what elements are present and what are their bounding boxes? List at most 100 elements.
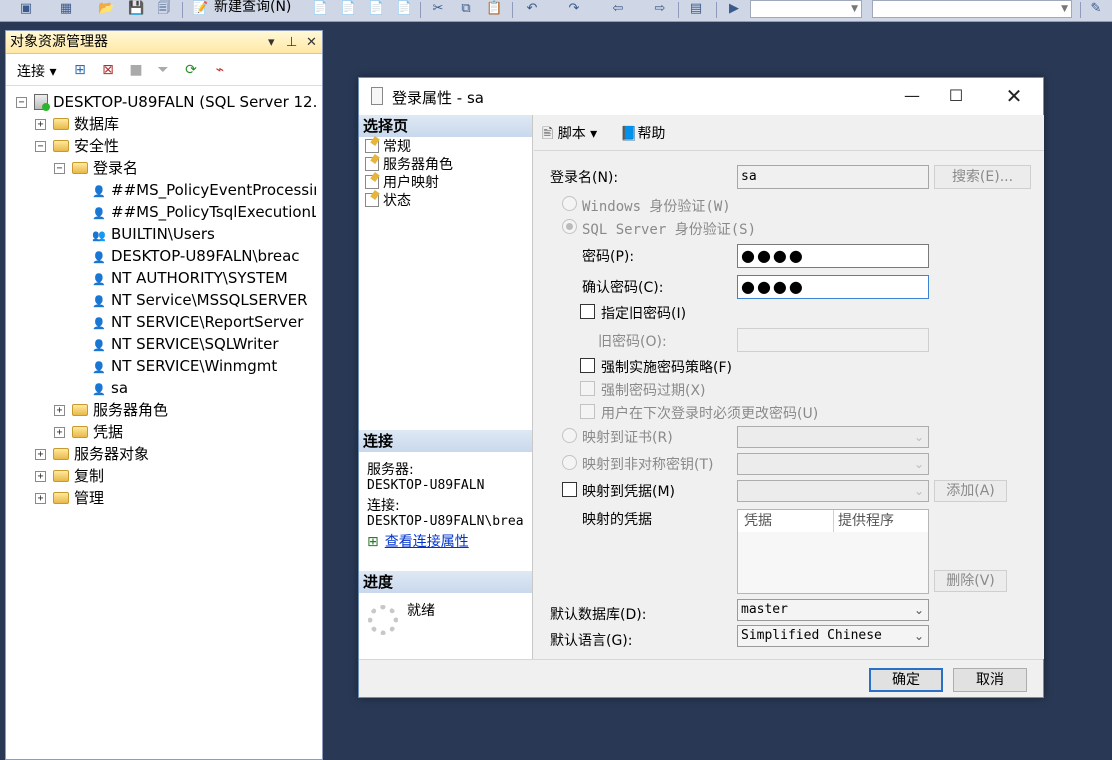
tree-node[interactable]: − DESKTOP-U89FALN (SQL Server 12.0. xyxy=(16,91,316,113)
tree-node[interactable]: 👤 NT SERVICE\SQLWriter xyxy=(73,333,316,355)
enforce-policy-checkbox[interactable] xyxy=(580,358,595,373)
tree-node[interactable]: + 复制 xyxy=(35,465,316,487)
close-icon[interactable]: ✕ xyxy=(306,31,317,54)
collapse-icon[interactable]: − xyxy=(35,141,46,152)
activity-monitor-icon[interactable]: ▤ xyxy=(688,1,704,17)
stop-icon[interactable]: ■ xyxy=(126,60,146,80)
specify-old-password-checkbox[interactable] xyxy=(580,304,595,319)
edit-icon[interactable]: ✎ xyxy=(1088,1,1104,17)
connect-object-explorer-icon[interactable]: ⊞ xyxy=(70,60,90,80)
minimize-button[interactable]: — xyxy=(897,84,927,108)
asymmetric-key-combo[interactable]: ⌄ xyxy=(737,453,929,475)
tree-node[interactable]: 👥 BUILTIN\Users xyxy=(73,223,316,245)
add-item-icon[interactable]: ▦ xyxy=(58,1,74,17)
map-credential-checkbox[interactable] xyxy=(562,482,577,497)
windows-auth-radio[interactable] xyxy=(562,196,577,211)
tree-node[interactable]: 👤 ##MS_PolicyEventProcessing xyxy=(73,179,316,201)
paste-icon[interactable]: 📋 xyxy=(486,1,502,17)
collapse-icon[interactable]: − xyxy=(16,97,27,108)
confirm-password-input[interactable]: ●●●● xyxy=(737,275,929,299)
open-file-icon[interactable]: 📂 xyxy=(98,1,114,17)
expand-icon[interactable]: + xyxy=(54,405,65,416)
cut-icon[interactable]: ✂ xyxy=(430,1,446,17)
tree-node[interactable]: + 服务器对象 xyxy=(35,443,316,465)
tree-node-label: BUILTIN\Users xyxy=(111,225,215,243)
credential-combo[interactable]: ⌄ xyxy=(737,480,929,502)
filter-icon[interactable]: ⏷ xyxy=(153,60,173,80)
tree-node[interactable]: + 数据库 xyxy=(35,113,316,135)
search-button[interactable]: 搜索(E)... xyxy=(934,165,1031,189)
xmla-query-icon[interactable]: 📄 xyxy=(396,1,412,17)
tree-node[interactable]: 👤 NT SERVICE\ReportServer xyxy=(73,311,316,333)
execute-icon[interactable]: ▶ xyxy=(726,1,742,17)
expand-icon[interactable]: + xyxy=(35,471,46,482)
tree-node[interactable]: 👤 ##MS_PolicyTsqlExecutionLo xyxy=(73,201,316,223)
navigate-back-icon[interactable]: ⇦ xyxy=(610,1,626,17)
script-button[interactable]: 🖹 脚本 ▾ xyxy=(542,123,597,147)
dropdown-icon[interactable]: ▾ xyxy=(268,31,275,54)
cancel-button[interactable]: 取消 xyxy=(953,668,1027,692)
page-status[interactable]: 状态 xyxy=(365,192,411,210)
new-project-icon[interactable]: ▣ xyxy=(18,1,34,17)
redo-icon[interactable]: ↷ xyxy=(566,1,582,17)
navigate-forward-icon[interactable]: ⇨ xyxy=(652,1,668,17)
tree-node[interactable]: − 登录名 xyxy=(54,157,316,179)
page-general[interactable]: 常规 xyxy=(365,138,411,156)
solution-config-combo[interactable]: ▼ xyxy=(750,0,862,18)
tree-node[interactable]: + 管理 xyxy=(35,487,316,509)
sql-auth-radio[interactable] xyxy=(562,219,577,234)
tree-node[interactable]: 👤 NT SERVICE\Winmgmt xyxy=(73,355,316,377)
collapse-icon[interactable]: − xyxy=(54,163,65,174)
map-certificate-radio[interactable] xyxy=(562,428,577,443)
tree-node[interactable]: + 服务器角色 xyxy=(54,399,316,421)
mapped-credentials-grid[interactable]: 凭据 提供程序 xyxy=(737,509,929,594)
enforce-expiration-checkbox[interactable] xyxy=(580,381,595,396)
dmx-query-icon[interactable]: 📄 xyxy=(368,1,384,17)
disconnect-icon[interactable]: ⊠ xyxy=(98,60,118,80)
mapped-credentials-label: 映射的凭据 xyxy=(582,512,652,528)
mdx-query-icon[interactable]: 📄 xyxy=(340,1,356,17)
tree-node[interactable]: 👤 DESKTOP-U89FALN\breac xyxy=(73,245,316,267)
column-header-credential[interactable]: 凭据 xyxy=(738,510,834,532)
tree-node[interactable]: 👤 NT AUTHORITY\SYSTEM xyxy=(73,267,316,289)
ok-button[interactable]: 确定 xyxy=(869,668,943,692)
platform-combo[interactable]: ▼ xyxy=(872,0,1072,18)
page-server-roles[interactable]: 服务器角色 xyxy=(365,156,453,174)
close-button[interactable]: ✕ xyxy=(999,84,1029,108)
maximize-button[interactable]: ☐ xyxy=(941,84,971,108)
expand-icon[interactable]: + xyxy=(35,119,46,130)
password-input[interactable]: ●●●● xyxy=(737,244,929,268)
certificate-combo[interactable]: ⌄ xyxy=(737,426,929,448)
login-name-input[interactable]: sa xyxy=(737,165,929,189)
tree-node[interactable]: 👤 NT Service\MSSQLSERVER xyxy=(73,289,316,311)
tree-node[interactable]: + 凭据 xyxy=(54,421,316,443)
save-all-icon[interactable]: 🗐 xyxy=(156,1,172,17)
expand-icon[interactable]: + xyxy=(35,493,46,504)
tree-node[interactable]: − 安全性 xyxy=(35,135,316,157)
default-language-combo[interactable]: Simplified Chinese ⌄ xyxy=(737,625,929,647)
new-query-icon[interactable]: 📝 xyxy=(192,1,208,17)
connect-button[interactable]: 连接 ▾ xyxy=(17,61,56,81)
map-asymmetric-key-radio[interactable] xyxy=(562,455,577,470)
tree-node-label: ##MS_PolicyEventProcessing xyxy=(111,181,316,199)
add-button[interactable]: 添加(A) xyxy=(934,480,1007,502)
page-user-mapping[interactable]: 用户映射 xyxy=(365,174,439,192)
copy-icon[interactable]: ⧉ xyxy=(458,1,474,17)
must-change-checkbox[interactable] xyxy=(580,404,595,419)
help-button[interactable]: 📘帮助 xyxy=(620,123,665,143)
undo-icon[interactable]: ↶ xyxy=(524,1,540,17)
column-header-provider[interactable]: 提供程序 xyxy=(834,510,928,532)
save-icon[interactable]: 💾 xyxy=(128,1,144,17)
pin-icon[interactable]: ⊥ xyxy=(286,31,297,54)
refresh-icon[interactable]: ⟳ xyxy=(181,60,201,80)
expand-icon[interactable]: + xyxy=(35,449,46,460)
default-database-combo[interactable]: master ⌄ xyxy=(737,599,929,621)
remove-button[interactable]: 删除(V) xyxy=(934,570,1007,592)
view-connection-properties-link[interactable]: ⊞ 查看连接属性 xyxy=(367,533,469,551)
new-query-button[interactable]: 新建查询(N) xyxy=(214,0,291,20)
activity-monitor-icon[interactable]: ⌁ xyxy=(210,60,230,80)
query-icon[interactable]: 📄 xyxy=(312,1,328,17)
tree-node[interactable]: 👤 sa xyxy=(73,377,316,399)
old-password-input[interactable] xyxy=(737,328,929,352)
expand-icon[interactable]: + xyxy=(54,427,65,438)
